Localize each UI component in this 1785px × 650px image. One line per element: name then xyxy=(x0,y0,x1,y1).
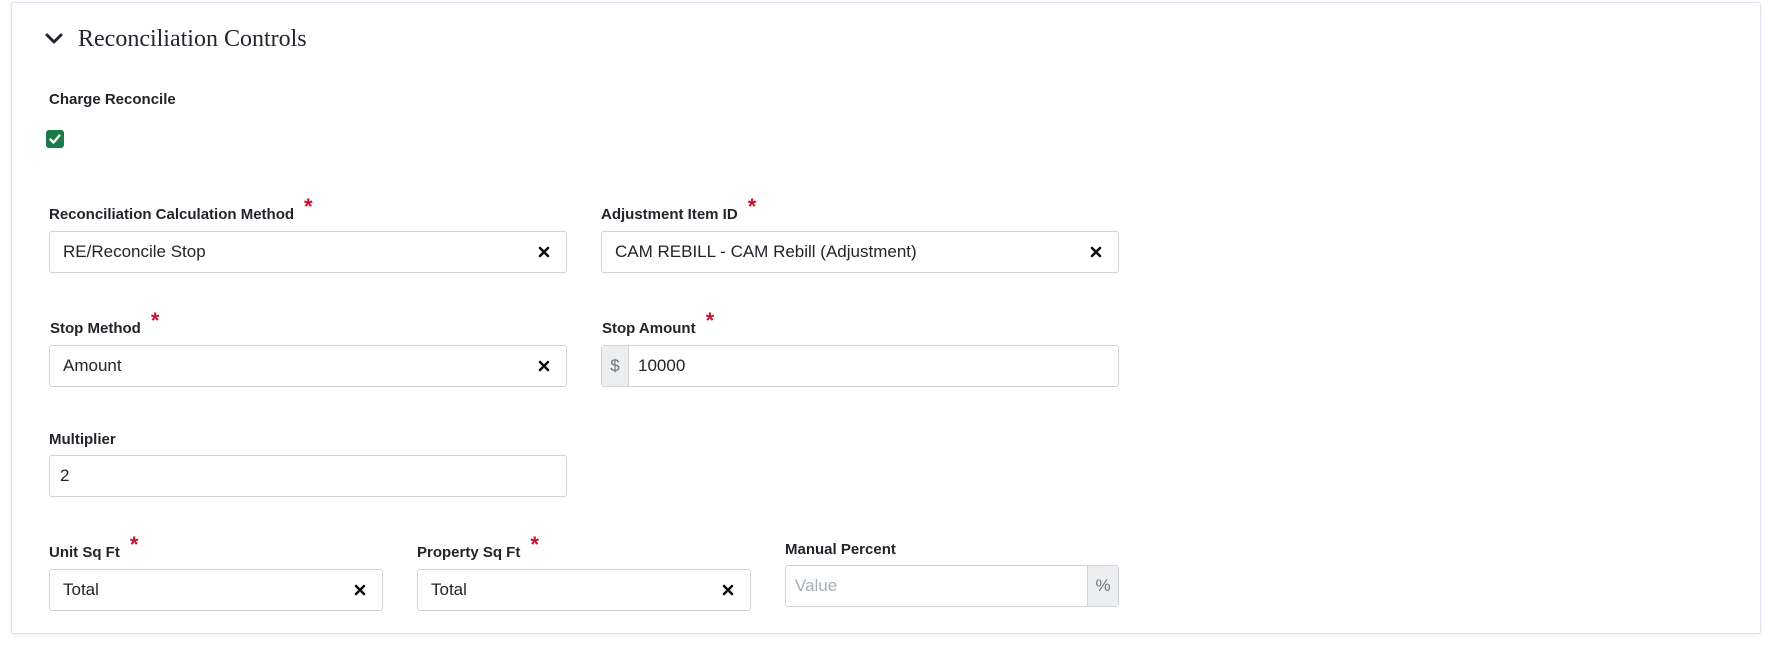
chevron-down-icon xyxy=(43,28,65,50)
checkmark-icon xyxy=(49,134,61,144)
unit-sq-ft-label-text: Unit Sq Ft xyxy=(49,544,120,561)
stop-method-value: Amount xyxy=(63,356,122,375)
section-header-toggle[interactable]: Reconciliation Controls xyxy=(43,23,307,55)
charge-reconcile-checkbox[interactable] xyxy=(46,130,64,148)
calc-method-value: RE/Reconcile Stop xyxy=(63,242,206,261)
required-marker: * xyxy=(129,532,139,557)
stop-method-label: Stop Method * xyxy=(50,308,159,339)
property-sq-ft-label-text: Property Sq Ft xyxy=(417,544,521,561)
calc-method-label: Reconciliation Calculation Method * xyxy=(49,194,313,225)
required-marker: * xyxy=(530,532,539,557)
stop-amount-label-text: Stop Amount xyxy=(602,320,696,337)
calc-method-label-text: Reconciliation Calculation Method xyxy=(49,206,295,223)
manual-percent-label: Manual Percent xyxy=(785,541,896,558)
close-icon[interactable] xyxy=(1088,244,1104,260)
multiplier-field xyxy=(49,455,567,497)
property-sq-ft-value: Total xyxy=(431,580,467,599)
manual-percent-field: % xyxy=(785,565,1119,607)
stop-method-label-text: Stop Method xyxy=(50,320,141,337)
adjustment-item-value: CAM REBILL - CAM Rebill (Adjustment) xyxy=(615,242,917,261)
unit-sq-ft-select[interactable]: Total xyxy=(49,569,383,611)
unit-sq-ft-label: Unit Sq Ft * xyxy=(49,532,138,563)
charge-reconcile-label: Charge Reconcile xyxy=(49,91,176,108)
close-icon[interactable] xyxy=(352,582,368,598)
manual-percent-input[interactable] xyxy=(786,566,1087,606)
adjustment-item-label-text: Adjustment Item ID xyxy=(601,206,738,223)
section-title: Reconciliation Controls xyxy=(78,25,307,52)
required-marker: * xyxy=(150,308,160,333)
property-sq-ft-select[interactable]: Total xyxy=(417,569,751,611)
close-icon[interactable] xyxy=(536,358,552,374)
calc-method-select[interactable]: RE/Reconcile Stop xyxy=(49,231,567,273)
percent-suffix: % xyxy=(1087,566,1118,606)
required-marker: * xyxy=(304,194,313,219)
stop-amount-field: $ xyxy=(601,345,1119,387)
stop-method-select[interactable]: Amount xyxy=(49,345,567,387)
adjustment-item-select[interactable]: CAM REBILL - CAM Rebill (Adjustment) xyxy=(601,231,1119,273)
stop-amount-input[interactable] xyxy=(629,346,1118,386)
close-icon[interactable] xyxy=(720,582,736,598)
currency-prefix: $ xyxy=(602,346,629,386)
property-sq-ft-label: Property Sq Ft * xyxy=(417,532,539,563)
required-marker: * xyxy=(705,308,715,333)
adjustment-item-label: Adjustment Item ID * xyxy=(601,194,756,225)
multiplier-label: Multiplier xyxy=(49,431,116,448)
reconciliation-controls-panel: Reconciliation Controls Charge Reconcile… xyxy=(11,2,1761,634)
required-marker: * xyxy=(747,194,757,219)
unit-sq-ft-value: Total xyxy=(63,580,99,599)
stop-amount-label: Stop Amount * xyxy=(602,308,714,339)
close-icon[interactable] xyxy=(536,244,552,260)
multiplier-input[interactable] xyxy=(50,456,566,496)
